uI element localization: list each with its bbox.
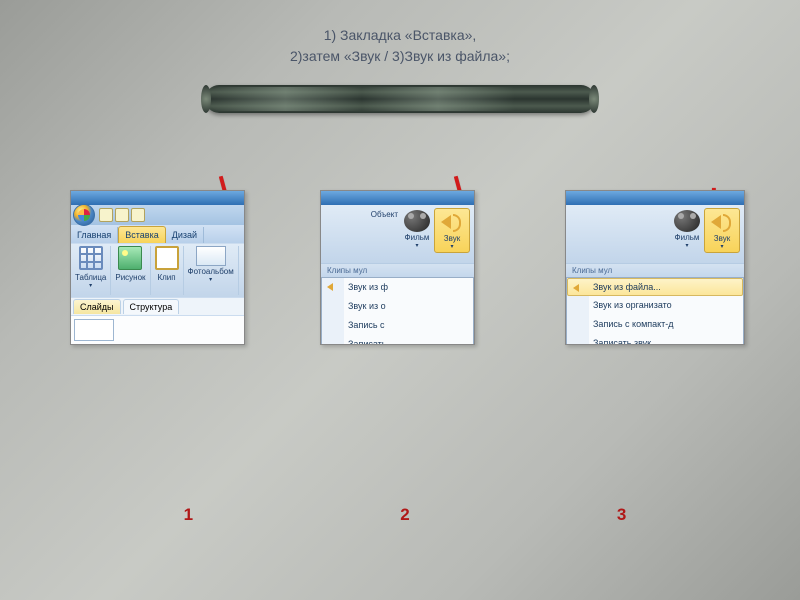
pane-tab-slides[interactable]: Слайды [73, 299, 121, 314]
photoalbum-label: Фотоальбом [188, 267, 234, 276]
screenshot-2: Объект Фильм ▾ Звук ▾ Клипы мул Звук из … [320, 190, 475, 345]
menu-item-sound-from-file[interactable]: Звук из файла... [567, 278, 743, 296]
group-photoalbum[interactable]: Фотоальбом ▾ [184, 246, 239, 295]
chevron-down-icon: ▾ [720, 243, 723, 250]
sound-icon [572, 282, 584, 294]
menu-item-label: Звук из файла... [593, 282, 661, 292]
photoalbum-icon [196, 246, 226, 266]
menu-item-record-sound[interactable]: Записать [322, 335, 473, 345]
sound-menu: Звук из файла... Звук из организато Запи… [566, 277, 744, 345]
tab-design[interactable]: Дизай [166, 227, 204, 243]
ribbon: Таблица ▾ Рисунок Клип Фотоальбом ▾ [71, 243, 244, 297]
movie-button[interactable]: Фильм ▾ [670, 208, 704, 251]
slides-pane [71, 315, 244, 344]
chevron-down-icon: ▾ [450, 243, 453, 250]
sound-label: Звук [714, 234, 730, 243]
sound-button[interactable]: Звук ▾ [704, 208, 740, 253]
office-button-icon[interactable] [73, 204, 95, 226]
clip-icon [155, 246, 179, 270]
movie-icon [404, 210, 430, 232]
movie-icon [674, 210, 700, 232]
menu-item-sound-from-organizer[interactable]: Звук из организато [567, 296, 743, 315]
sound-menu: Звук из ф Звук из о Запись с Записать [321, 277, 474, 345]
sound-button[interactable]: Звук ▾ [434, 208, 470, 253]
title-line-2: 2)затем «Звук / 3)Звук из файла»; [0, 46, 800, 67]
quick-access-toolbar [71, 205, 244, 225]
picture-label: Рисунок [115, 273, 145, 282]
screenshot-1: Главная Вставка Дизай Таблица ▾ Рисунок … [70, 190, 245, 345]
menu-item-label: Звук из ф [348, 282, 388, 292]
window-titlebar [71, 191, 244, 205]
qat-save-icon[interactable] [99, 208, 113, 222]
sound-label: Звук [444, 234, 460, 243]
movie-label: Фильм [675, 233, 700, 242]
group-clip[interactable]: Клип [151, 246, 184, 295]
menu-item-record-from[interactable]: Запись с [322, 316, 473, 335]
movie-button[interactable]: Фильм ▾ [400, 208, 434, 251]
step-number-1: 1 [184, 505, 193, 525]
slide-thumbnail[interactable] [74, 319, 114, 341]
title-line-1: 1) Закладка «Вставка», [0, 25, 800, 46]
chevron-down-icon: ▾ [89, 282, 92, 289]
clip-label: Клип [157, 273, 175, 282]
ribbon-tabs: Главная Вставка Дизай [71, 225, 244, 243]
screenshot-3: Фильм ▾ Звук ▾ Клипы мул Звук из файла..… [565, 190, 745, 345]
pane-tab-outline[interactable]: Структура [123, 299, 180, 314]
ribbon: Объект Фильм ▾ Звук ▾ [321, 205, 474, 263]
tab-insert[interactable]: Вставка [118, 226, 165, 243]
picture-icon [118, 246, 142, 270]
object-button[interactable]: Объект [369, 208, 400, 221]
menu-item-record-from-cd[interactable]: Запись с компакт-д [567, 315, 743, 334]
chevron-down-icon: ▾ [209, 276, 212, 283]
window-titlebar [566, 191, 744, 205]
group-table[interactable]: Таблица ▾ [71, 246, 111, 295]
movie-label: Фильм [405, 233, 430, 242]
step-numbers: 1 2 3 [0, 505, 800, 525]
step-number-3: 3 [617, 505, 626, 525]
group-picture[interactable]: Рисунок [111, 246, 150, 295]
table-label: Таблица [75, 273, 106, 282]
group-label-clips: Клипы мул [566, 263, 744, 277]
qat-redo-icon[interactable] [131, 208, 145, 222]
sound-icon [326, 281, 338, 293]
slide-title: 1) Закладка «Вставка», 2)затем «Звук / 3… [0, 0, 800, 67]
qat-undo-icon[interactable] [115, 208, 129, 222]
menu-item-sound-from-organizer[interactable]: Звук из о [322, 297, 473, 316]
chevron-down-icon: ▾ [415, 242, 418, 249]
chevron-down-icon: ▾ [685, 242, 688, 249]
group-label-clips: Клипы мул [321, 263, 474, 277]
sound-icon [709, 211, 735, 233]
menu-item-record-sound[interactable]: Записать звук... [567, 334, 743, 345]
menu-item-sound-from-file[interactable]: Звук из ф [322, 278, 473, 297]
ribbon: Фильм ▾ Звук ▾ [566, 205, 744, 263]
decorative-divider [205, 85, 595, 113]
pane-tabs: Слайды Структура [71, 297, 244, 315]
step-number-2: 2 [400, 505, 409, 525]
sound-icon [439, 211, 465, 233]
tab-home[interactable]: Главная [71, 227, 118, 243]
window-titlebar [321, 191, 474, 205]
table-icon [79, 246, 103, 270]
